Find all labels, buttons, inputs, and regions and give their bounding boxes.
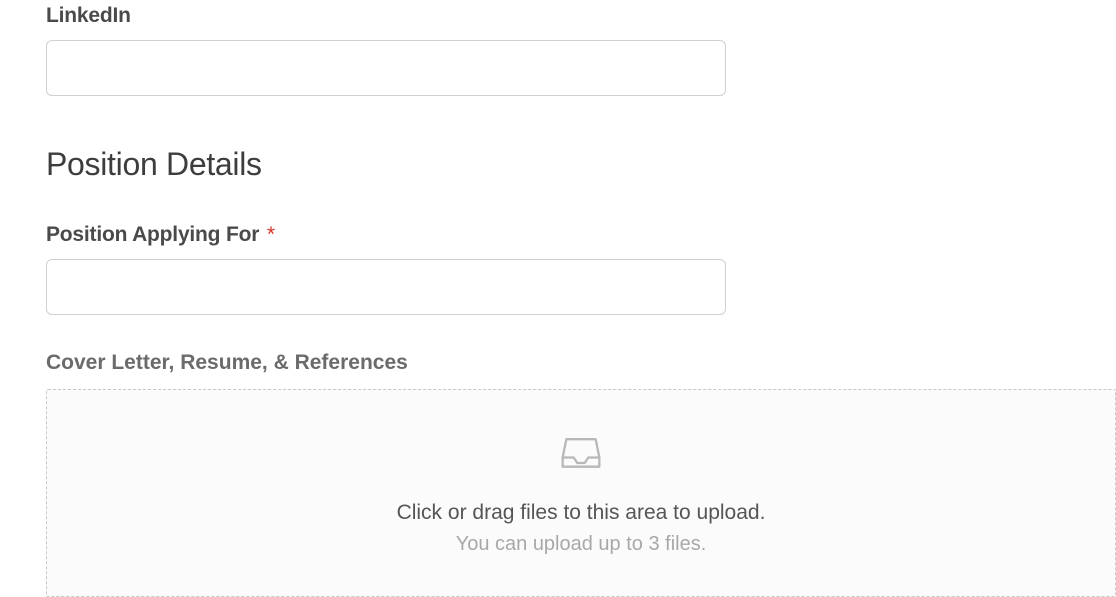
- position-details-heading: Position Details: [46, 146, 1116, 183]
- position-applying-label: Position Applying For *: [46, 223, 1116, 247]
- file-upload-dropzone[interactable]: Click or drag files to this area to uplo…: [46, 389, 1116, 597]
- position-applying-input[interactable]: [46, 259, 726, 315]
- upload-label: Cover Letter, Resume, & References: [46, 351, 1116, 375]
- position-applying-label-text: Position Applying For: [46, 223, 259, 246]
- upload-primary-text: Click or drag files to this area to uplo…: [397, 501, 766, 525]
- upload-secondary-text: You can upload up to 3 files.: [456, 533, 707, 556]
- required-asterisk: *: [267, 223, 275, 246]
- inbox-icon: [559, 430, 603, 479]
- linkedin-label: LinkedIn: [46, 4, 1116, 28]
- linkedin-input[interactable]: [46, 40, 726, 96]
